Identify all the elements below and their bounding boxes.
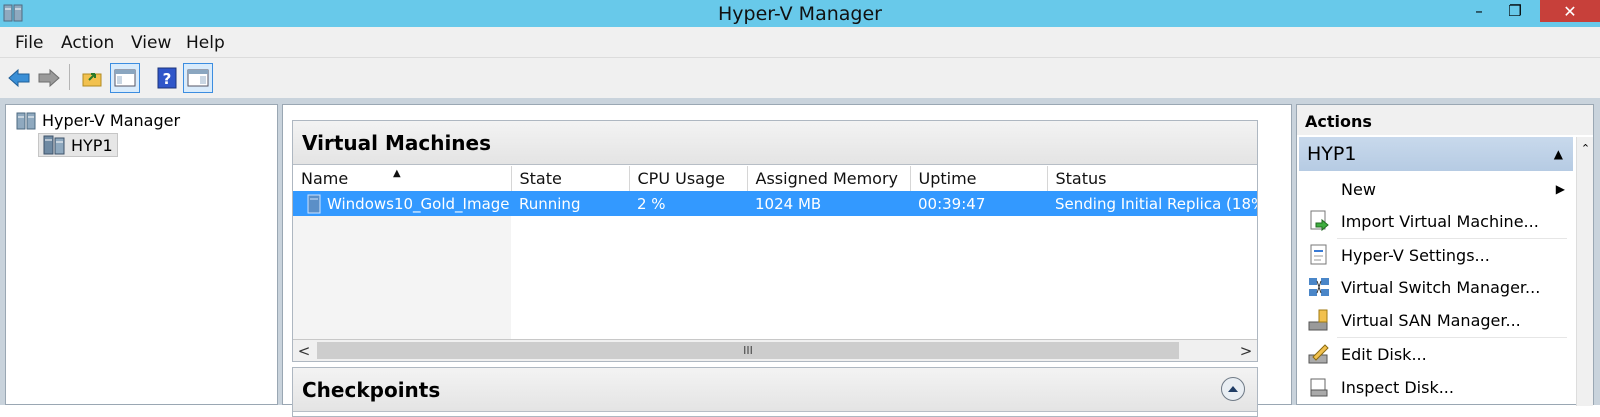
vm-status: Sending Initial Replica (18%) <box>1047 191 1257 216</box>
title-bar: Hyper-V Manager – ❐ ✕ <box>0 0 1600 27</box>
forward-arrow-icon <box>38 68 60 88</box>
action-pane-icon <box>187 69 209 87</box>
action-edit-disk[interactable]: Edit Disk... <box>1299 338 1573 370</box>
column-header-uptime[interactable]: Uptime <box>910 166 1048 191</box>
horizontal-scrollbar[interactable]: < III > <box>293 339 1257 361</box>
collapse-checkpoints-button[interactable] <box>1221 377 1245 401</box>
tree-root-label: Hyper-V Manager <box>42 111 181 130</box>
vm-name: Windows10_Gold_Image <box>327 194 510 213</box>
show-hide-console-tree-button[interactable] <box>110 63 140 93</box>
actions-group-hyp1[interactable]: HYP1 ▲ <box>1299 137 1573 171</box>
menu-bar: File Action View Help <box>0 27 1600 58</box>
menu-action[interactable]: Action <box>61 33 114 53</box>
chevron-up-icon: ⌃ <box>1580 141 1591 155</box>
action-label: Virtual SAN Manager... <box>1341 310 1521 330</box>
folder-up-icon <box>82 73 102 87</box>
action-label: Hyper-V Settings... <box>1341 245 1490 265</box>
up-one-level-button[interactable] <box>77 63 107 93</box>
checkpoints-title: Checkpoints <box>302 378 441 402</box>
action-new[interactable]: New ▶ <box>1299 173 1573 205</box>
column-header-status[interactable]: Status <box>1047 166 1257 191</box>
close-icon: ✕ <box>1563 1 1577 21</box>
tree-node-hyp1[interactable]: HYP1 <box>38 133 118 157</box>
action-virtual-switch-manager[interactable]: Virtual Switch Manager... <box>1299 271 1573 303</box>
collapse-up-icon <box>1228 386 1238 392</box>
submenu-arrow-icon: ▶ <box>1555 182 1565 196</box>
help-button[interactable]: ? <box>152 63 182 93</box>
chevron-left-icon: < <box>297 341 311 360</box>
column-header-state[interactable]: State <box>511 166 630 191</box>
vm-cpu-usage: 2 % <box>629 191 747 216</box>
console-tree-icon <box>114 69 136 87</box>
svg-text:?: ? <box>163 70 172 88</box>
tree-child-label: HYP1 <box>71 135 113 155</box>
menu-help[interactable]: Help <box>186 33 225 53</box>
scroll-right-button[interactable]: > <box>1235 340 1257 361</box>
action-label: Inspect Disk... <box>1341 377 1454 397</box>
vm-assigned-memory: 1024 MB <box>747 191 910 216</box>
virtual-machines-section: Virtual Machines Name ▲ State CPU Usage … <box>292 120 1258 362</box>
virtual-machine-icon <box>307 194 321 213</box>
window-title: Hyper-V Manager <box>718 3 882 25</box>
sort-ascending-icon: ▲ <box>393 168 401 179</box>
action-label: New <box>1341 179 1376 199</box>
column-header-assigned-memory[interactable]: Assigned Memory <box>747 166 911 191</box>
scroll-thumb[interactable]: III <box>317 342 1179 359</box>
inspect-disk-icon <box>1299 376 1339 398</box>
hyperv-manager-icon <box>16 112 36 129</box>
forward-button[interactable] <box>34 63 64 93</box>
action-label: Virtual Switch Manager... <box>1341 277 1541 297</box>
scroll-left-button[interactable]: < <box>293 340 315 361</box>
column-header-name[interactable]: Name ▲ <box>293 166 512 191</box>
restore-icon: ❐ <box>1508 2 1522 20</box>
group-collapse-icon[interactable]: ▲ <box>1554 147 1563 161</box>
actions-pane: Actions HYP1 ▲ New ▶ Import Virtual Mach… <box>1296 104 1594 406</box>
checkpoints-section: Checkpoints <box>292 367 1258 417</box>
actions-header: Actions <box>1297 105 1593 135</box>
virtual-san-icon <box>1299 308 1339 332</box>
virtual-switch-icon <box>1299 276 1339 298</box>
action-hyperv-settings[interactable]: Hyper-V Settings... <box>1299 239 1573 271</box>
close-button[interactable]: ✕ <box>1540 0 1600 22</box>
table-row[interactable]: Windows10_Gold_Image Running 2 % 1024 MB… <box>293 191 1257 216</box>
show-hide-action-pane-button[interactable] <box>183 63 213 93</box>
tree-node-hyperv-manager[interactable]: Hyper-V Manager <box>16 111 180 130</box>
vm-state: Running <box>511 191 629 216</box>
edit-disk-icon <box>1299 343 1339 365</box>
import-vm-icon <box>1299 209 1339 233</box>
results-pane: Virtual Machines Name ▲ State CPU Usage … <box>282 104 1292 417</box>
back-button[interactable] <box>4 63 34 93</box>
column-header-name-label: Name <box>301 169 349 188</box>
settings-document-icon <box>1299 243 1339 267</box>
actions-vertical-scrollbar[interactable]: ⌃ <box>1576 137 1593 406</box>
scroll-grip-icon: III <box>743 344 753 357</box>
scroll-up-button[interactable]: ⌃ <box>1577 139 1594 157</box>
action-inspect-disk[interactable]: Inspect Disk... <box>1299 371 1573 403</box>
menu-file[interactable]: File <box>15 33 43 53</box>
vm-table: Name ▲ State CPU Usage Assigned Memory U… <box>293 166 1257 216</box>
action-virtual-san-manager[interactable]: Virtual SAN Manager... <box>1299 304 1573 336</box>
checkpoints-header: Checkpoints <box>293 368 1257 412</box>
vm-uptime: 00:39:47 <box>910 191 1047 216</box>
virtual-machines-header: Virtual Machines <box>293 121 1257 165</box>
console-tree: Hyper-V Manager HYP1 <box>5 104 278 405</box>
toolbar: ? <box>0 58 1600 98</box>
actions-group-label: HYP1 <box>1307 143 1357 165</box>
server-icon <box>43 135 65 155</box>
vm-name-cell: Windows10_Gold_Image <box>293 191 511 216</box>
help-icon: ? <box>157 67 177 89</box>
vm-table-header-row: Name ▲ State CPU Usage Assigned Memory U… <box>293 166 1257 191</box>
chevron-right-icon: > <box>1239 341 1253 360</box>
restore-button[interactable]: ❐ <box>1493 0 1537 22</box>
menu-view[interactable]: View <box>131 33 171 53</box>
action-label: Edit Disk... <box>1341 344 1427 364</box>
action-import-virtual-machine[interactable]: Import Virtual Machine... <box>1299 205 1573 237</box>
back-arrow-icon <box>8 68 30 88</box>
toolbar-separator <box>69 64 70 90</box>
minimize-icon: – <box>1475 2 1483 20</box>
action-label: Import Virtual Machine... <box>1341 211 1539 231</box>
column-header-cpu-usage[interactable]: CPU Usage <box>629 166 748 191</box>
